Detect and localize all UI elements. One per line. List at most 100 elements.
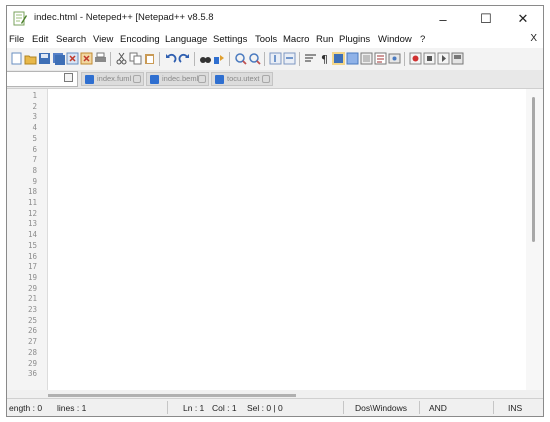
line-number: 8 — [32, 165, 37, 175]
line-number: 28 — [27, 347, 37, 357]
line-number: 6 — [32, 144, 37, 154]
menu-run[interactable]: Run — [316, 34, 333, 45]
notepad-app-icon — [13, 11, 27, 26]
open-file-icon[interactable] — [24, 52, 37, 65]
toolbar-separator — [299, 52, 300, 66]
doc-map-icon[interactable] — [346, 52, 359, 65]
menu-help[interactable]: ? — [420, 34, 425, 45]
status-separator — [343, 401, 344, 414]
status-separator — [167, 401, 168, 414]
toolbar-separator — [110, 52, 111, 66]
menu-settings[interactable]: Settings — [213, 34, 247, 45]
save-all-icon[interactable] — [52, 52, 65, 65]
sync-horizontal-icon[interactable] — [283, 52, 296, 65]
line-number: 12 — [27, 208, 37, 218]
editor-area: 1 2 3 4 5 6 7 8 9 18 11 12 13 14 15 16 17 19 29 21 23 25 26 27 2… — [7, 89, 543, 397]
tab-indec-beml[interactable]: indec.beml — [146, 72, 209, 86]
tab-tocu-utext[interactable]: tocu.utext — [211, 72, 273, 86]
line-number: 1 — [32, 91, 37, 100]
line-number: 17 — [27, 262, 37, 272]
monitoring-icon[interactable] — [388, 52, 401, 65]
menu-plugins[interactable]: Plugins — [339, 34, 370, 45]
sync-vertical-icon[interactable] — [269, 52, 282, 65]
zoom-out-icon[interactable] — [248, 52, 261, 65]
line-number: 15 — [27, 240, 37, 250]
file-icon — [150, 75, 159, 84]
menu-view[interactable]: View — [93, 34, 113, 45]
word-wrap-icon[interactable] — [304, 52, 317, 65]
line-number: 5 — [32, 133, 37, 143]
menu-tools[interactable]: Tools — [255, 34, 277, 45]
menu-search[interactable]: Search — [56, 34, 86, 45]
save-macro-icon[interactable] — [451, 52, 464, 65]
folder-workspace-icon[interactable] — [374, 52, 387, 65]
menu-language[interactable]: Language — [165, 34, 207, 45]
close-all-icon[interactable] — [80, 52, 93, 65]
status-lines: lines : 1 — [57, 403, 87, 413]
line-number: 29 — [27, 358, 37, 368]
toolbar-separator — [229, 52, 230, 66]
line-number: 36 — [27, 369, 37, 379]
svg-text:¶: ¶ — [321, 53, 328, 65]
status-length: ength : 0 — [9, 403, 43, 413]
cut-icon[interactable] — [115, 52, 128, 65]
toolbar-separator — [264, 52, 265, 66]
line-number: 9 — [32, 176, 37, 186]
text-area[interactable] — [48, 89, 526, 390]
line-number: 2 — [32, 101, 37, 111]
tab-close-icon[interactable] — [262, 75, 270, 83]
stop-record-icon[interactable] — [423, 52, 436, 65]
status-encoding: AND — [429, 403, 447, 413]
new-file-icon[interactable] — [10, 52, 23, 65]
find-icon[interactable] — [199, 52, 212, 65]
redo-icon[interactable] — [178, 52, 191, 65]
tab-label: indec.beml — [162, 74, 199, 83]
close-button[interactable]: ✕ — [506, 8, 540, 30]
document-list-button[interactable] — [64, 73, 73, 82]
tab-close-icon[interactable] — [133, 75, 141, 83]
save-icon[interactable] — [38, 52, 51, 65]
paste-icon[interactable] — [143, 52, 156, 65]
line-number: 27 — [27, 337, 37, 347]
file-icon — [85, 75, 94, 84]
copy-icon[interactable] — [129, 52, 142, 65]
tab-label: tocu.utext — [227, 74, 260, 83]
line-number: 3 — [32, 112, 37, 122]
line-number: 16 — [27, 251, 37, 261]
horizontal-scroll-thumb[interactable] — [48, 394, 296, 397]
menu-window[interactable]: Window — [378, 34, 412, 45]
title-bar[interactable]: indec.html - Neteped++ [Netepad++ v8.5.8… — [7, 6, 543, 32]
line-number: 4 — [32, 123, 37, 133]
close-document-button[interactable]: X — [530, 33, 537, 44]
undo-icon[interactable] — [164, 52, 177, 65]
menu-encoding[interactable]: Encoding — [120, 34, 160, 45]
tab-bar: index.fuml indec.beml tocu.utext — [7, 70, 543, 89]
tab-close-icon[interactable] — [198, 75, 206, 83]
vertical-scroll-thumb[interactable] — [532, 97, 535, 242]
zoom-in-icon[interactable] — [234, 52, 247, 65]
play-macro-icon[interactable] — [437, 52, 450, 65]
menu-edit[interactable]: Edit — [32, 34, 48, 45]
show-all-chars-icon[interactable]: ¶ — [318, 52, 331, 65]
vertical-scrollbar[interactable] — [526, 89, 543, 390]
status-bar: ength : 0 lines : 1 Ln : 1 Col : 1 Sel :… — [7, 398, 543, 416]
close-icon[interactable] — [66, 52, 79, 65]
toolbar-separator — [194, 52, 195, 66]
status-separator — [493, 401, 494, 414]
status-separator — [419, 401, 420, 414]
line-number: 29 — [27, 283, 37, 293]
toolbar: ¶ — [7, 48, 543, 70]
menu-file[interactable]: File — [9, 34, 24, 45]
line-number: 13 — [27, 219, 37, 229]
replace-icon[interactable] — [213, 52, 226, 65]
print-icon[interactable] — [94, 52, 107, 65]
record-macro-icon[interactable] — [409, 52, 422, 65]
function-list-icon[interactable] — [360, 52, 373, 65]
tab-index-fuml[interactable]: index.fuml — [81, 72, 144, 86]
maximize-button[interactable]: ☐ — [469, 8, 503, 30]
toolbar-separator — [159, 52, 160, 66]
indent-guide-icon[interactable] — [332, 52, 345, 65]
line-number: 23 — [27, 305, 37, 314]
menu-macro[interactable]: Macro — [283, 34, 309, 45]
minimize-button[interactable]: – — [426, 8, 460, 30]
